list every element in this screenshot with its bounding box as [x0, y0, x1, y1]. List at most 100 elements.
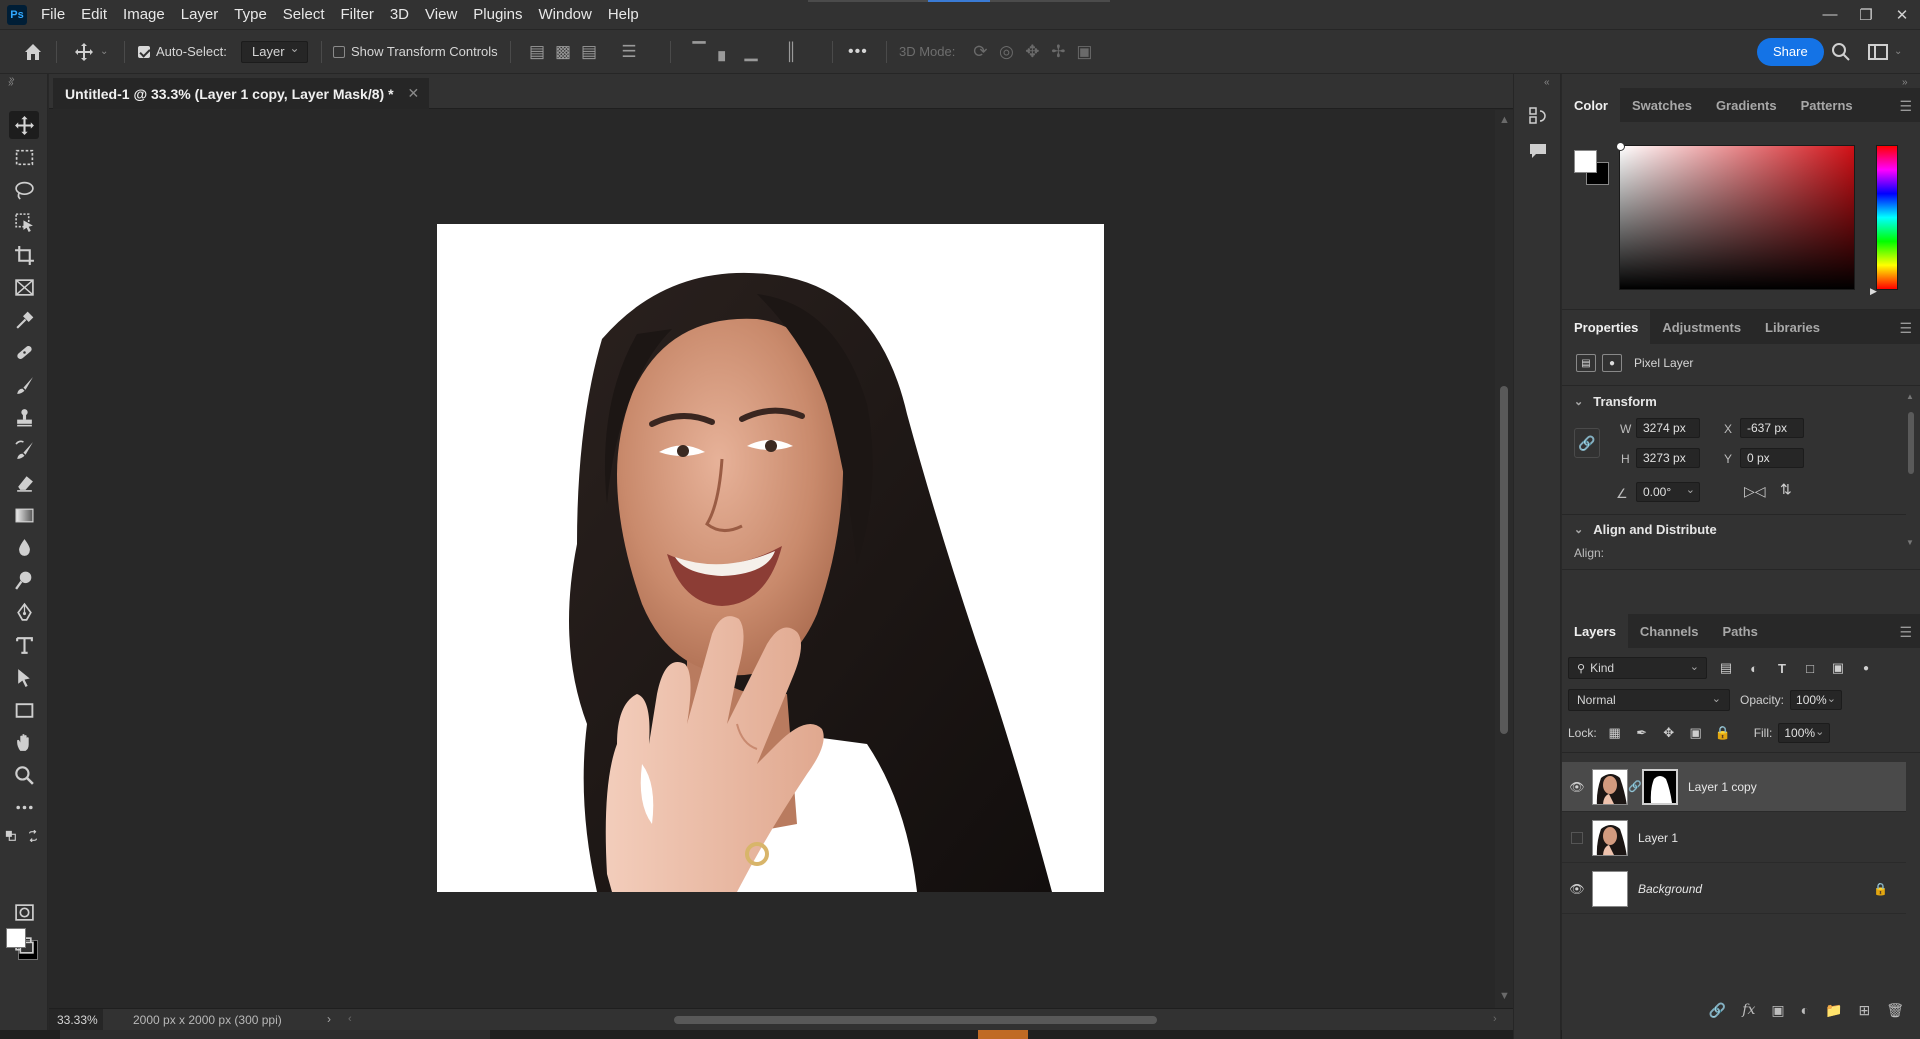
y-position-input[interactable]: 0 px	[1740, 448, 1804, 468]
menu-type[interactable]: Type	[234, 6, 267, 23]
tab-color[interactable]: Color	[1562, 88, 1620, 122]
scroll-right-icon[interactable]: ›	[1493, 1013, 1497, 1025]
layer-kind-filter-dropdown[interactable]: ⚲ Kind	[1568, 657, 1707, 679]
chevron-down-icon[interactable]: ⌄	[1686, 483, 1695, 496]
filter-smart-object-icon[interactable]: ▣	[1829, 660, 1847, 676]
visibility-eye-icon[interactable]: 👁	[1562, 882, 1592, 896]
auto-select-checkbox[interactable]: Auto-Select:	[138, 30, 227, 73]
filter-shape-icon[interactable]: □	[1801, 661, 1819, 676]
menu-plugins[interactable]: Plugins	[473, 6, 522, 23]
hue-slider[interactable]	[1876, 145, 1898, 290]
path-selection-icon[interactable]	[9, 663, 39, 691]
rectangular-marquee-icon[interactable]	[9, 143, 39, 171]
collapse-panels-icon[interactable]: «	[1544, 77, 1550, 88]
close-icon[interactable]: ✕	[1884, 0, 1920, 29]
align-left-icon[interactable]: ▤	[524, 42, 550, 62]
expand-panels-icon[interactable]: »	[1902, 77, 1908, 88]
tab-libraries[interactable]: Libraries	[1753, 310, 1832, 344]
show-transform-checkbox[interactable]: Show Transform Controls	[333, 30, 498, 73]
layer-thumbnail[interactable]	[1592, 870, 1628, 907]
filter-pixel-icon[interactable]: ▤	[1717, 660, 1735, 676]
rotation-angle-input[interactable]: 0.00° ⌄	[1636, 482, 1700, 502]
rectangle-tool-icon[interactable]	[9, 696, 39, 724]
delete-layer-trash-icon[interactable]: 🗑	[1886, 1002, 1904, 1019]
history-brush-icon[interactable]	[9, 436, 39, 464]
layer-row-background[interactable]: 👁 Background 🔒	[1562, 864, 1906, 914]
minimize-icon[interactable]: —	[1812, 0, 1848, 29]
adjustment-layer-icon[interactable]: ◐	[1801, 1002, 1809, 1018]
brush-tool-icon[interactable]	[9, 371, 39, 399]
tab-properties[interactable]: Properties	[1562, 310, 1651, 344]
type-tool-icon[interactable]	[9, 631, 39, 659]
show-transform-check-icon[interactable]	[333, 45, 345, 58]
horizontal-scrollbar[interactable]: ‹ ›	[348, 1013, 1503, 1026]
tab-paths[interactable]: Paths	[1710, 614, 1769, 648]
horizontal-scroll-thumb[interactable]	[674, 1016, 1157, 1024]
menu-3d[interactable]: 3D	[390, 6, 409, 23]
object-selection-icon[interactable]	[9, 208, 39, 236]
link-layers-icon[interactable]: 🔗	[1709, 1002, 1726, 1019]
auto-select-check-icon[interactable]	[138, 45, 150, 58]
vertical-scrollbar[interactable]: ▲ ▼	[1495, 110, 1513, 1008]
clone-stamp-icon[interactable]	[9, 403, 39, 431]
lock-position-icon[interactable]: ✥	[1660, 725, 1678, 741]
comments-panel-icon[interactable]	[1526, 139, 1550, 163]
menu-layer[interactable]: Layer	[181, 6, 219, 23]
zoom-level-field[interactable]: 33.33%	[49, 1008, 103, 1031]
hand-tool-icon[interactable]	[9, 728, 39, 756]
menu-select[interactable]: Select	[283, 6, 325, 23]
width-input[interactable]: 3274 px	[1636, 418, 1700, 438]
new-group-folder-icon[interactable]: 📁	[1825, 1002, 1842, 1019]
layer-thumbnail[interactable]	[1592, 768, 1628, 805]
opacity-input[interactable]: 100%	[1790, 690, 1843, 710]
move-tool-icon[interactable]	[9, 111, 39, 139]
collapse-icon[interactable]: »	[9, 74, 15, 85]
layer-style-fx-icon[interactable]: fx	[1742, 1002, 1755, 1018]
pen-tool-icon[interactable]	[9, 598, 39, 626]
align-top-icon[interactable]: ▔	[686, 42, 712, 62]
fill-input[interactable]: 100%	[1778, 723, 1831, 743]
photoshop-logo-icon[interactable]: Ps	[7, 4, 27, 25]
saturation-value-picker[interactable]	[1616, 142, 1855, 290]
layer-mask-icon[interactable]: ●	[1602, 354, 1622, 372]
flip-horizontal-icon[interactable]: ▷◁	[1744, 483, 1766, 500]
scroll-down-icon[interactable]: ▼	[1906, 538, 1914, 547]
align-right-icon[interactable]: ▤	[576, 42, 602, 62]
3d-slide-icon[interactable]: ✢	[1045, 42, 1071, 62]
scroll-up-icon[interactable]: ▲	[1499, 114, 1510, 126]
history-panel-icon[interactable]	[1526, 104, 1550, 128]
blur-tool-icon[interactable]	[9, 533, 39, 561]
align-middle-vertical-icon[interactable]: ▖	[712, 42, 738, 62]
blend-mode-dropdown[interactable]: Normal	[1568, 689, 1730, 711]
search-icon[interactable]	[1831, 30, 1851, 73]
align-section-header[interactable]: ⌄ Align and Distribute	[1574, 522, 1717, 537]
menu-image[interactable]: Image	[123, 6, 165, 23]
transform-section-header[interactable]: ⌄ Transform	[1574, 394, 1657, 409]
tab-gradients[interactable]: Gradients	[1704, 88, 1789, 122]
scroll-down-icon[interactable]: ▼	[1499, 990, 1510, 1002]
visibility-eye-icon[interactable]: 👁	[1562, 780, 1592, 794]
properties-scroll-thumb[interactable]	[1908, 412, 1914, 474]
add-mask-icon[interactable]: ▣	[1771, 1002, 1784, 1019]
tab-patterns[interactable]: Patterns	[1789, 88, 1865, 122]
tab-adjustments[interactable]: Adjustments	[1650, 310, 1753, 344]
flip-vertical-icon[interactable]: ⇅	[1780, 481, 1792, 498]
menu-view[interactable]: View	[425, 6, 457, 23]
lock-transparent-pixels-icon[interactable]: ▦	[1606, 725, 1624, 741]
x-position-input[interactable]: -637 px	[1740, 418, 1804, 438]
foreground-color-swatch[interactable]	[6, 928, 26, 948]
panel-menu-icon[interactable]: ☰	[1899, 624, 1912, 641]
tab-layers[interactable]: Layers	[1562, 614, 1628, 648]
vertical-scroll-thumb[interactable]	[1500, 386, 1508, 734]
frame-tool-icon[interactable]	[9, 273, 39, 301]
panel-menu-icon[interactable]: ☰	[1899, 98, 1912, 115]
lock-all-icon[interactable]: 🔒	[1714, 725, 1732, 741]
lock-image-pixels-icon[interactable]: ✒	[1633, 725, 1651, 741]
scroll-up-icon[interactable]: ▲	[1906, 392, 1914, 401]
tab-swatches[interactable]: Swatches	[1620, 88, 1704, 122]
properties-scrollbar[interactable]: ▲ ▼	[1906, 392, 1916, 568]
healing-brush-icon[interactable]	[9, 338, 39, 366]
document-canvas[interactable]	[437, 224, 1104, 892]
filter-toggle-icon[interactable]: ●	[1857, 663, 1875, 674]
menu-window[interactable]: Window	[538, 6, 591, 23]
